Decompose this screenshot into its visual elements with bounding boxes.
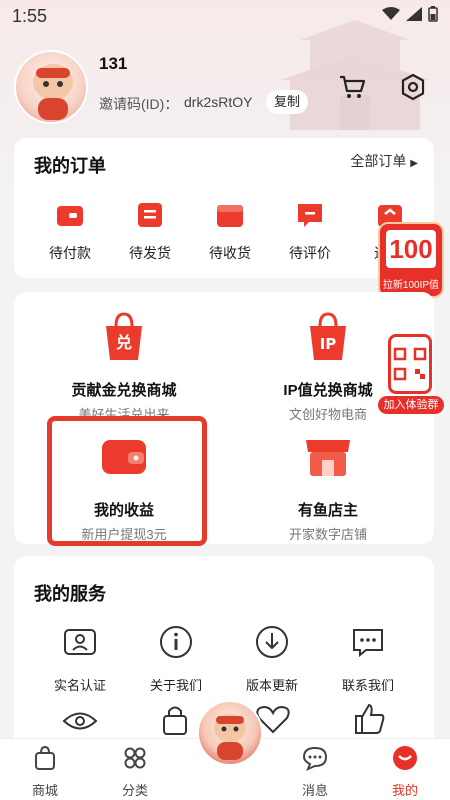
shopping-bag-icon <box>35 745 55 770</box>
ip-bag-icon: IP <box>310 312 346 360</box>
tab-label: 商城 <box>31 783 58 798</box>
qr-code-icon <box>393 347 427 381</box>
store-cell-title: 有鱼店主 <box>297 502 358 519</box>
tab-label: 我的 <box>391 783 418 798</box>
wallet-icon <box>57 206 83 226</box>
all-orders-label: 全部订单 <box>350 153 407 169</box>
invite-code-label: 邀请码(ID)： <box>99 96 179 112</box>
copy-button[interactable]: 复制 <box>266 90 308 114</box>
order-item-label: 待收货 <box>209 245 251 261</box>
cart-icon[interactable] <box>337 72 367 102</box>
signal-icon <box>406 7 422 21</box>
join-group-label: 加入体验群 <box>378 396 444 414</box>
info-icon <box>160 626 192 658</box>
tab-mine[interactable]: 我的 <box>370 745 440 799</box>
service-real-name-auth[interactable]: 实名认证 <box>40 624 120 694</box>
settings-icon[interactable] <box>398 72 428 102</box>
join-group-badge[interactable]: 加入体验群 <box>378 330 444 414</box>
chat-icon <box>353 629 383 658</box>
svg-text:IP: IP <box>320 335 337 353</box>
store-cell-title: 贡献金兑换商城 <box>71 382 177 399</box>
order-pending-shipment[interactable]: 待发货 <box>110 200 190 263</box>
username: 131 <box>99 54 128 73</box>
message-icon <box>302 746 328 771</box>
promo-100-badge[interactable]: 100 拉新100IP值 <box>378 222 444 298</box>
status-bar: 1:55 <box>0 0 450 32</box>
chevron-right-icon: ▶ <box>410 158 418 169</box>
service-version-update[interactable]: 版本更新 <box>232 624 312 694</box>
order-pending-receipt[interactable]: 待收货 <box>190 200 270 263</box>
invite-code-value: drk2sRtOY <box>184 94 253 110</box>
shop-icon <box>306 440 350 476</box>
order-item-label: 待付款 <box>49 245 91 261</box>
svg-text:兑: 兑 <box>116 333 132 352</box>
tab-label: 分类 <box>121 783 148 798</box>
service-label: 实名认证 <box>53 678 106 693</box>
eye-icon[interactable] <box>62 706 98 736</box>
service-label: 关于我们 <box>149 678 202 693</box>
id-card-icon <box>64 629 96 655</box>
orders-title: 我的订单 <box>34 156 106 176</box>
highlight-annotation <box>47 416 207 546</box>
avatar[interactable] <box>14 50 88 124</box>
order-pending-review[interactable]: 待评价 <box>270 200 350 263</box>
status-time: 1:55 <box>12 6 48 26</box>
service-contact-us[interactable]: 联系我们 <box>328 624 408 694</box>
exchange-bag-icon: 兑 <box>106 312 142 360</box>
package-icon <box>138 203 162 227</box>
promo-number: 100 <box>386 230 436 268</box>
tab-label: 消息 <box>301 783 328 798</box>
wifi-icon <box>382 7 400 20</box>
order-pending-payment[interactable]: 待付款 <box>30 200 110 263</box>
tab-messages[interactable]: 消息 <box>280 745 350 799</box>
service-label: 版本更新 <box>245 678 298 693</box>
profile-icon <box>393 746 417 770</box>
tab-mall[interactable]: 商城 <box>10 745 80 799</box>
service-about-us[interactable]: 关于我们 <box>136 624 216 694</box>
center-mascot-button[interactable] <box>197 700 263 766</box>
status-icons <box>382 6 438 22</box>
inbox-icon <box>217 205 243 227</box>
download-icon <box>256 626 288 658</box>
all-orders-link[interactable]: 全部订单 ▶ <box>350 151 418 171</box>
comment-icon <box>298 204 322 227</box>
services-title: 我的服务 <box>34 584 106 604</box>
mascot-icon <box>214 714 246 760</box>
order-item-label: 待评价 <box>289 245 331 261</box>
store-cell-subtitle: 开家数字店铺 <box>288 527 367 542</box>
battery-icon <box>428 6 438 22</box>
grid-icon <box>124 747 146 769</box>
contribution-exchange-store[interactable]: 兑 贡献金兑换商城 美好生活兑出来 <box>24 308 224 423</box>
youyu-shop-owner[interactable]: 有鱼店主 开家数字店铺 <box>228 428 428 543</box>
qr-phone-icon <box>388 334 432 394</box>
service-label: 联系我们 <box>341 678 394 693</box>
lock-icon[interactable] <box>160 702 190 736</box>
order-status-row: 待付款 待发货 待收货 待评价 退款/ <box>14 200 434 263</box>
thumbs-up-icon[interactable] <box>352 702 386 736</box>
order-item-label: 待发货 <box>129 245 171 261</box>
promo-text: 拉新100IP值 <box>382 280 440 291</box>
tab-category[interactable]: 分类 <box>100 745 170 799</box>
orders-card: 我的订单 全部订单 ▶ 待付款 待发货 待收货 待评价 退款/ <box>14 138 434 278</box>
